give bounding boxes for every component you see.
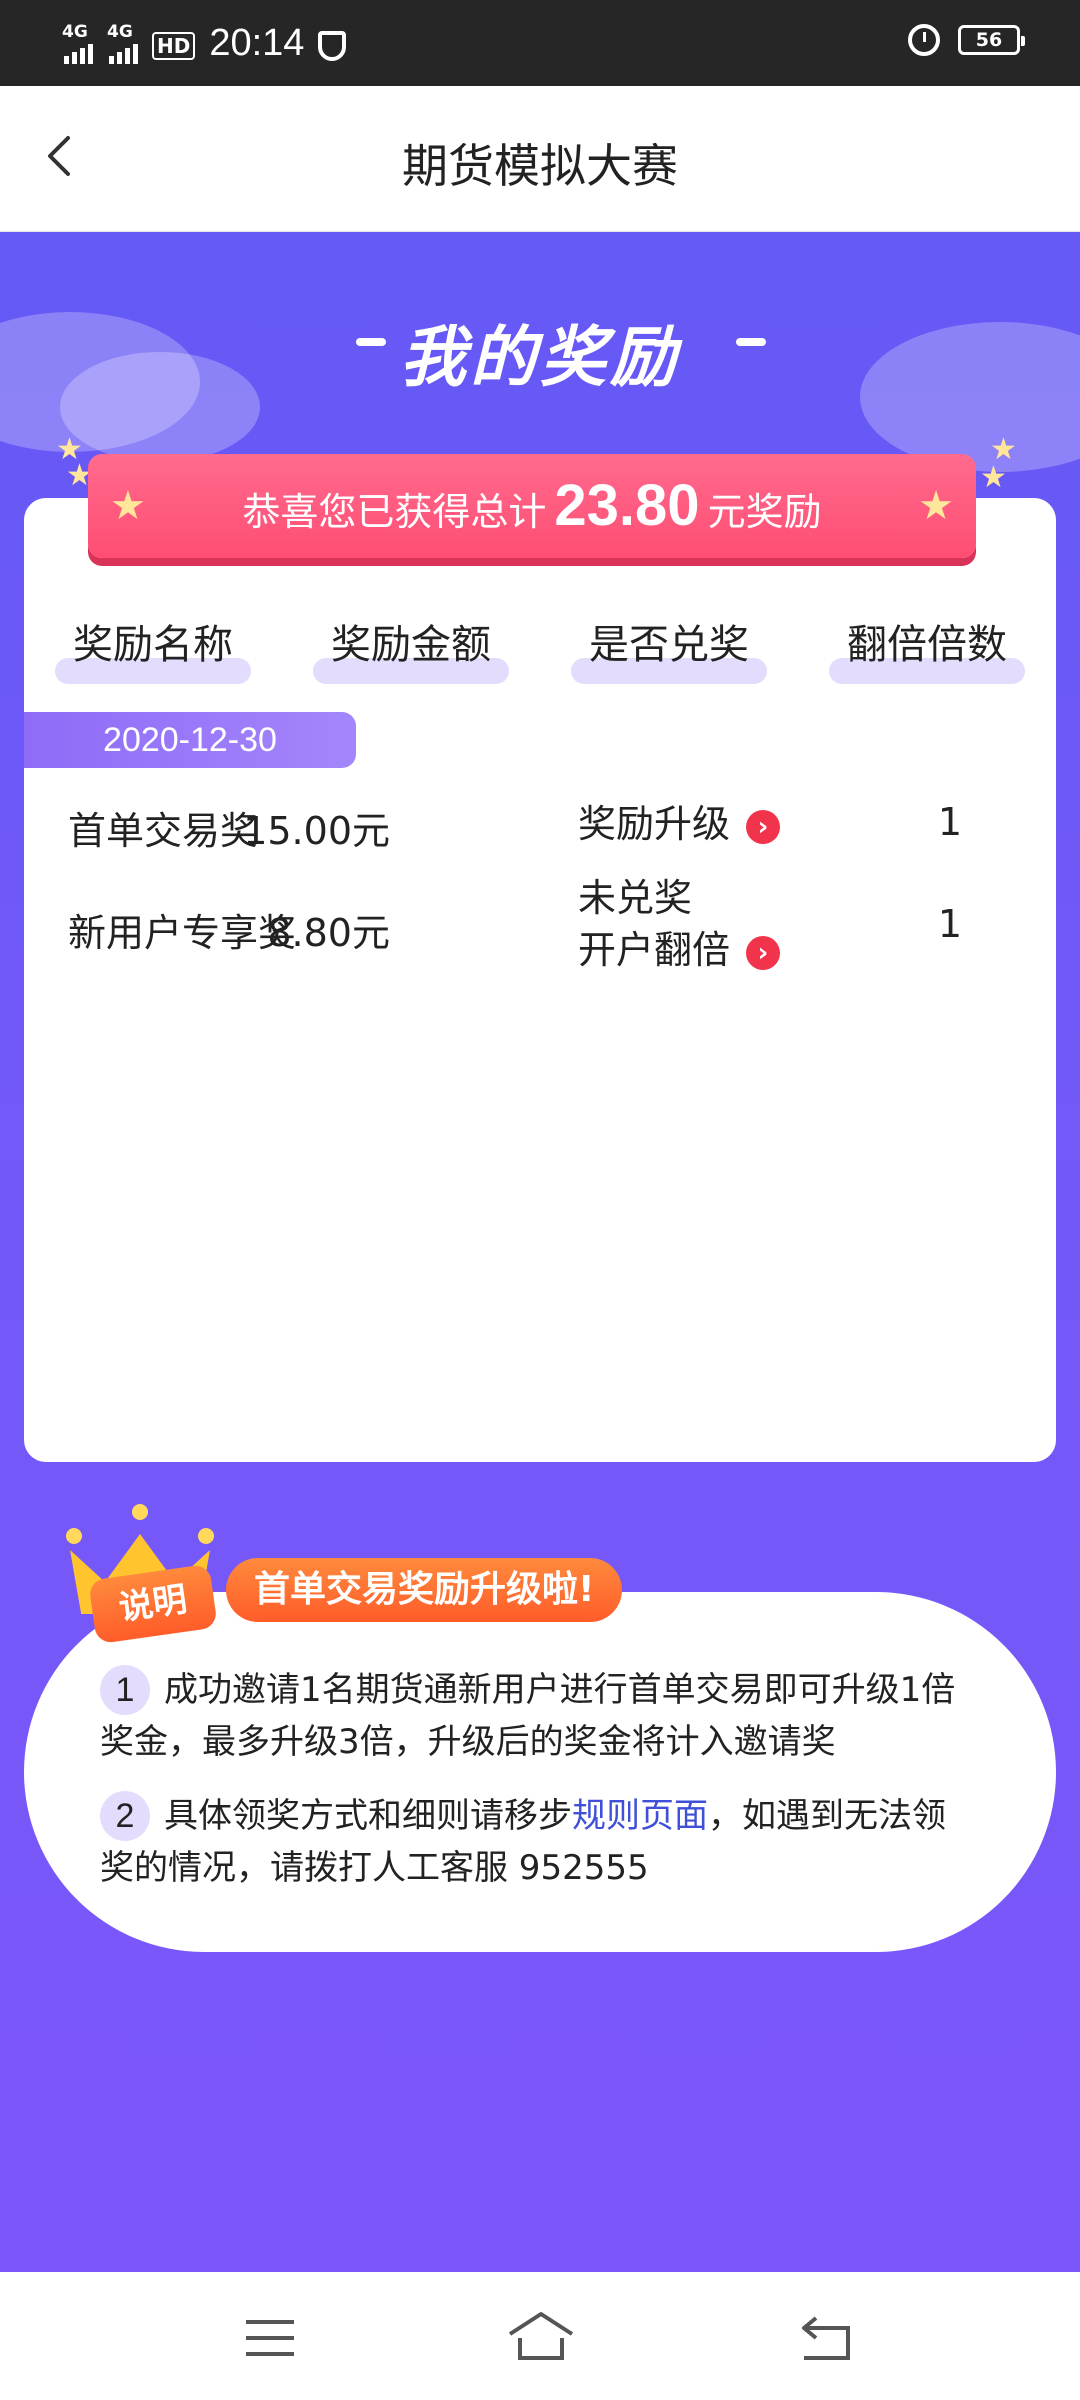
reward-upgrade-link[interactable]: 奖励升级 › (578, 798, 781, 850)
section-title: 我的奖励 (400, 319, 680, 396)
rules-page-link[interactable]: 规则页面 (572, 1796, 708, 1836)
explanation-panel (24, 1592, 1056, 1952)
network-label: 4G (62, 21, 88, 42)
column-header: 奖励金额 (282, 612, 540, 684)
alarm-icon (908, 24, 940, 56)
table-row: 新用户专享奖 8.80元 未兑奖 开户翻倍 › 1 (24, 872, 1056, 982)
column-header: 奖励名称 (24, 612, 282, 684)
note-number: 1 (100, 1665, 150, 1715)
status-bar: 4G 4G HD 20:14 56 (0, 0, 1080, 86)
main-content[interactable]: 我的奖励 ★ ★ ★ ★ ★ 恭喜您已获得总计 23.80 元奖励 ★ 奖励名称 奖… (0, 232, 1080, 2272)
home-button[interactable] (506, 2308, 576, 2368)
date-tag: 2020-12-30 (24, 712, 356, 768)
home-icon (508, 2312, 574, 2360)
multiplier: 1 (937, 800, 963, 844)
upgrade-headline: 首单交易奖励升级啦! (226, 1558, 623, 1622)
page-title: 期货模拟大赛 (402, 139, 678, 193)
reward-total-banner: ★ 恭喜您已获得总计 23.80 元奖励 ★ (88, 454, 976, 558)
banner-suffix: 元奖励 (707, 490, 822, 534)
arrow-right-icon: › (746, 935, 781, 970)
table-row: 首单交易奖 15.00元 奖励升级 › 1 (24, 780, 1056, 860)
back-arrow-icon (802, 2316, 850, 2360)
star-icon: ★ (110, 483, 146, 529)
open-account-double-link[interactable]: 开户翻倍 › (578, 924, 781, 976)
multiplier: 1 (937, 902, 963, 946)
reward-amount: 15.00元 (243, 809, 390, 853)
note-item: 1 成功邀请1名期货通新用户进行首单交易即可升级1倍奖金，最多升级3倍，升级后的奖… (100, 1664, 960, 1768)
title-dash-right (736, 338, 766, 346)
reward-total-amount: 23.80 (554, 473, 700, 538)
note-number: 2 (100, 1791, 150, 1841)
system-nav-bar (0, 2272, 1080, 2400)
column-header: 是否兑奖 (540, 612, 798, 684)
note-text: 成功邀请1名期货通新用户进行首单交易即可升级1倍奖金，最多升级3倍，升级后的奖金… (100, 1670, 956, 1762)
star-icon: ★ (980, 460, 1007, 495)
app-header: 期货模拟大赛 (0, 86, 1080, 232)
banner-prefix: 恭喜您已获得总计 (242, 490, 547, 534)
table-header: 奖励名称 奖励金额 是否兑奖 翻倍倍数 (24, 612, 1056, 684)
network-label-2: 4G (107, 21, 133, 42)
back-nav-button[interactable] (796, 2308, 856, 2368)
arrow-right-icon: › (746, 809, 781, 844)
clock: 20:14 (209, 22, 305, 64)
redeem-status-text: 未兑奖 (578, 876, 693, 920)
shield-icon (318, 30, 347, 61)
hd-icon: HD (152, 31, 196, 60)
battery-icon: 56 (958, 25, 1025, 55)
signal-icon-2: 4G (107, 20, 138, 64)
menu-button[interactable] (240, 2308, 300, 2368)
star-icon: ★ (918, 483, 954, 529)
note-item: 2 具体领奖方式和细则请移步规则页面，如遇到无法领奖的情况，请拨打人工客服 952… (100, 1790, 960, 1894)
signal-icon: 4G (62, 20, 93, 64)
column-header: 翻倍倍数 (798, 612, 1056, 684)
redeem-status: 未兑奖 开户翻倍 › (578, 872, 781, 976)
reward-amount: 8.80元 (267, 911, 390, 955)
menu-icon (246, 2320, 294, 2356)
